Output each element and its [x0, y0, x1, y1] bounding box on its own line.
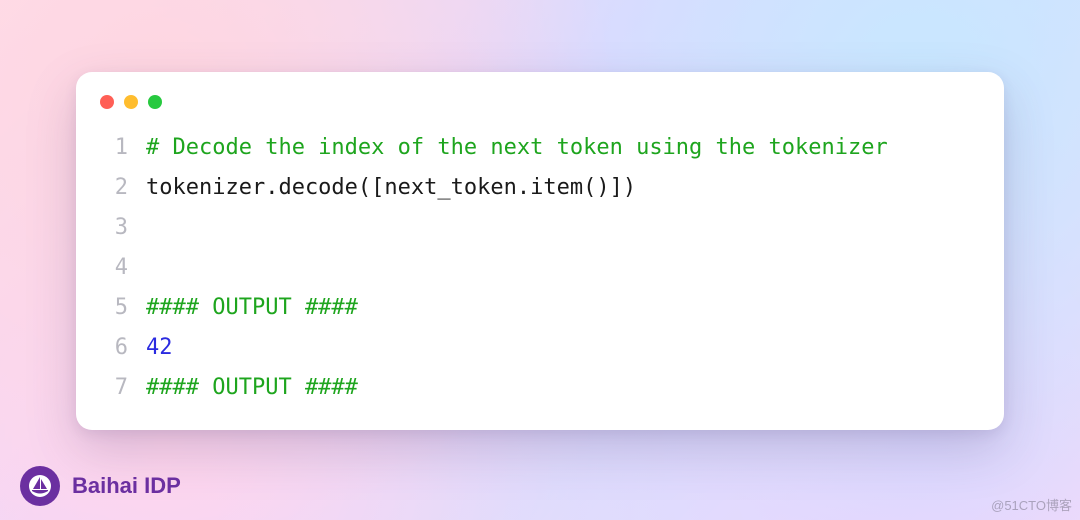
- line-number: 6: [100, 328, 128, 368]
- minimize-icon[interactable]: [124, 95, 138, 109]
- code-text: tokenizer.decode([next_token.item()]): [146, 168, 636, 208]
- code-line: 1 # Decode the index of the next token u…: [100, 128, 980, 168]
- brand-logo-icon: [20, 466, 60, 506]
- code-window: 1 # Decode the index of the next token u…: [76, 72, 1004, 430]
- brand-name: Baihai IDP: [72, 473, 181, 499]
- line-number: 1: [100, 128, 128, 168]
- line-number: 3: [100, 208, 128, 248]
- brand-badge: Baihai IDP: [20, 466, 181, 506]
- close-icon[interactable]: [100, 95, 114, 109]
- code-comment: # Decode the index of the next token usi…: [146, 128, 888, 168]
- watermark-text: @51CTO博客: [991, 495, 1072, 514]
- line-number: 2: [100, 168, 128, 208]
- line-number: 4: [100, 248, 128, 288]
- code-number: 42: [146, 328, 173, 368]
- code-line: 3: [100, 208, 980, 248]
- zoom-icon[interactable]: [148, 95, 162, 109]
- line-number: 5: [100, 288, 128, 328]
- window-controls: [100, 90, 980, 114]
- code-line: 5 #### OUTPUT ####: [100, 288, 980, 328]
- code-line: 4: [100, 248, 980, 288]
- code-block: 1 # Decode the index of the next token u…: [100, 128, 980, 408]
- code-line: 6 42: [100, 328, 980, 368]
- line-number: 7: [100, 368, 128, 408]
- code-comment: #### OUTPUT ####: [146, 368, 358, 408]
- code-comment: #### OUTPUT ####: [146, 288, 358, 328]
- sailboat-icon: [28, 474, 52, 498]
- code-line: 7 #### OUTPUT ####: [100, 368, 980, 408]
- code-line: 2 tokenizer.decode([next_token.item()]): [100, 168, 980, 208]
